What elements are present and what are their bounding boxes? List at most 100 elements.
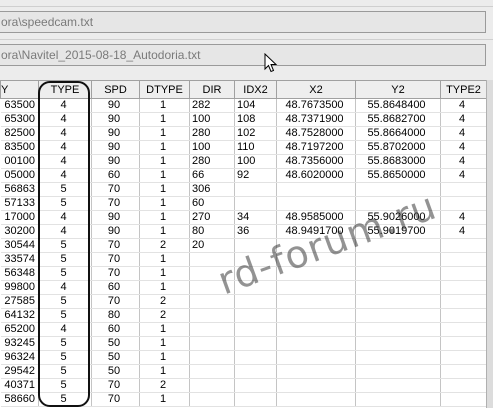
cell-type2 xyxy=(440,266,486,281)
cell-type: 5 xyxy=(38,364,92,379)
cell-dir: 66 xyxy=(189,168,235,183)
cell-type2 xyxy=(440,336,486,351)
cell-dtype: 1 xyxy=(139,140,190,155)
cell-dir: 282 xyxy=(189,98,235,113)
cell-type2 xyxy=(440,294,486,309)
cell-y2 xyxy=(355,378,441,393)
vertical-scrollbar[interactable] xyxy=(486,80,493,408)
table-row[interactable]: 40371 5 70 2 xyxy=(0,378,486,393)
cell-idx2 xyxy=(234,392,277,407)
cell-y: 83500 xyxy=(0,140,39,155)
cell-y2 xyxy=(355,350,441,365)
table-row[interactable]: 65300 4 90 1 100 108 48.7371900 55.8682700 4 xyxy=(0,112,486,127)
cell-x2 xyxy=(276,378,356,393)
cell-type: 4 xyxy=(38,168,92,183)
table-row[interactable]: 05000 4 60 1 66 92 48.6020000 55.8650000 4 xyxy=(0,168,486,183)
cell-dir: 280 xyxy=(189,126,235,141)
table-row[interactable]: 29542 5 50 1 xyxy=(0,364,486,379)
table-row[interactable]: 83500 4 90 1 100 110 48.7197200 55.8702000 4 xyxy=(0,140,486,155)
file-path-navitel[interactable]: ora\Navitel_2015-08-18_Autodoria.txt xyxy=(0,44,486,66)
column-header-x2[interactable]: X2 xyxy=(276,80,356,99)
file-path-speedcam[interactable]: ora\speedcam.txt xyxy=(0,11,486,33)
cell-y2 xyxy=(355,266,441,281)
cell-spd: 70 xyxy=(91,252,140,267)
cell-type: 4 xyxy=(38,140,92,155)
table-row[interactable]: 65200 4 60 1 xyxy=(0,322,486,337)
cell-idx2 xyxy=(234,322,277,337)
table-row[interactable]: 58660 5 70 1 xyxy=(0,392,486,407)
cell-spd: 90 xyxy=(91,210,140,225)
cell-dtype: 1 xyxy=(139,224,190,239)
cell-y2 xyxy=(355,252,441,267)
cell-dtype: 1 xyxy=(139,98,190,113)
cell-type: 4 xyxy=(38,126,92,141)
table-header-row: Y TYPE SPD DTYPE DIR IDX2 X2 Y2 TYPE2 xyxy=(0,80,486,99)
column-header-spd[interactable]: SPD xyxy=(91,80,140,99)
column-header-dir[interactable]: DIR xyxy=(189,80,235,99)
cell-idx2: 102 xyxy=(234,126,277,141)
column-header-type2[interactable]: TYPE2 xyxy=(440,80,486,99)
table-row[interactable]: 63500 4 90 1 282 104 48.7673500 55.8648400 4 xyxy=(0,98,486,113)
cell-type2: 4 xyxy=(440,112,486,127)
cell-x2 xyxy=(276,392,356,407)
cell-dtype: 1 xyxy=(139,210,190,225)
cell-y2: 55.8683000 xyxy=(355,154,441,169)
cell-type2: 4 xyxy=(440,140,486,155)
cell-spd: 70 xyxy=(91,238,140,253)
cell-x2 xyxy=(276,280,356,295)
table-row[interactable]: 00100 4 90 1 280 100 48.7356000 55.8683000 4 xyxy=(0,154,486,169)
cell-type: 4 xyxy=(38,112,92,127)
cell-dir: 100 xyxy=(189,112,235,127)
cell-y: 65200 xyxy=(0,322,39,337)
cell-idx2 xyxy=(234,378,277,393)
cell-y2: 55.8648400 xyxy=(355,98,441,113)
cell-type: 5 xyxy=(38,294,92,309)
cell-y: 57133 xyxy=(0,196,39,211)
cell-y: 30544 xyxy=(0,238,39,253)
cell-y2: 55.8650000 xyxy=(355,168,441,183)
cell-x2: 48.6020000 xyxy=(276,168,356,183)
cell-dir: 306 xyxy=(189,182,235,197)
cell-type: 5 xyxy=(38,350,92,365)
cell-y: 63500 xyxy=(0,98,39,113)
cell-type: 5 xyxy=(38,252,92,267)
cell-type2 xyxy=(440,280,486,295)
cell-y: 00100 xyxy=(0,154,39,169)
cell-dtype: 1 xyxy=(139,322,190,337)
column-header-idx2[interactable]: IDX2 xyxy=(234,80,277,99)
cell-y: 27585 xyxy=(0,294,39,309)
cell-y2 xyxy=(355,308,441,323)
table-row[interactable]: 96324 5 50 1 xyxy=(0,350,486,365)
cell-x2 xyxy=(276,196,356,211)
cell-idx2: 92 xyxy=(234,168,277,183)
cell-dtype: 1 xyxy=(139,336,190,351)
cell-idx2 xyxy=(234,182,277,197)
cell-type: 5 xyxy=(38,196,92,211)
cell-x2 xyxy=(276,336,356,351)
cell-y: 30200 xyxy=(0,224,39,239)
cell-type2: 4 xyxy=(440,98,486,113)
cell-spd: 90 xyxy=(91,126,140,141)
cell-dtype: 1 xyxy=(139,112,190,127)
cell-spd: 90 xyxy=(91,224,140,239)
cell-type2 xyxy=(440,364,486,379)
data-grid[interactable]: Y TYPE SPD DTYPE DIR IDX2 X2 Y2 TYPE2 63500 4 90 1 2… xyxy=(0,80,486,408)
cell-x2: 48.7197200 xyxy=(276,140,356,155)
cell-dtype: 1 xyxy=(139,168,190,183)
cell-dir xyxy=(189,350,235,365)
cell-type2: 4 xyxy=(440,210,486,225)
column-header-y2[interactable]: Y2 xyxy=(355,80,441,99)
table-row[interactable]: 82500 4 90 1 280 102 48.7528000 55.8664000 4 xyxy=(0,126,486,141)
column-header-dtype[interactable]: DTYPE xyxy=(139,80,190,99)
cell-x2 xyxy=(276,350,356,365)
column-header-y[interactable]: Y xyxy=(0,80,39,99)
cell-type: 5 xyxy=(38,182,92,197)
cell-dir: 270 xyxy=(189,210,235,225)
column-header-type[interactable]: TYPE xyxy=(38,80,92,99)
table-row[interactable]: 93245 5 50 1 xyxy=(0,336,486,351)
table-row[interactable]: 64132 5 80 2 xyxy=(0,308,486,323)
cell-y: 65300 xyxy=(0,112,39,127)
cell-idx2: 34 xyxy=(234,210,277,225)
cell-spd: 90 xyxy=(91,140,140,155)
cell-spd: 90 xyxy=(91,112,140,127)
